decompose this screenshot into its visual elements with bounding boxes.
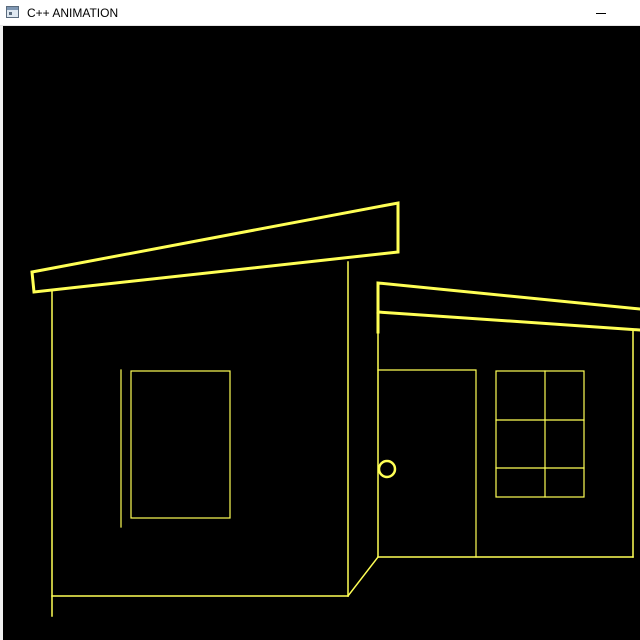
window-title: C++ ANIMATION [27, 6, 119, 20]
left-window [130, 370, 231, 519]
app-window: C++ ANIMATION [0, 0, 640, 640]
minimize-icon [596, 13, 606, 14]
console-window-icon [6, 6, 19, 18]
drawing-canvas [3, 26, 640, 640]
door-knob [377, 459, 397, 479]
left-roof [30, 201, 400, 294]
title-bar[interactable]: C++ ANIMATION [0, 0, 640, 26]
right-roof [376, 281, 640, 334]
base-connector [346, 555, 380, 598]
house-drawing [30, 201, 640, 617]
right-roof-lower-edge [376, 310, 640, 332]
minimize-button[interactable] [575, 0, 621, 26]
right-window [495, 370, 585, 498]
